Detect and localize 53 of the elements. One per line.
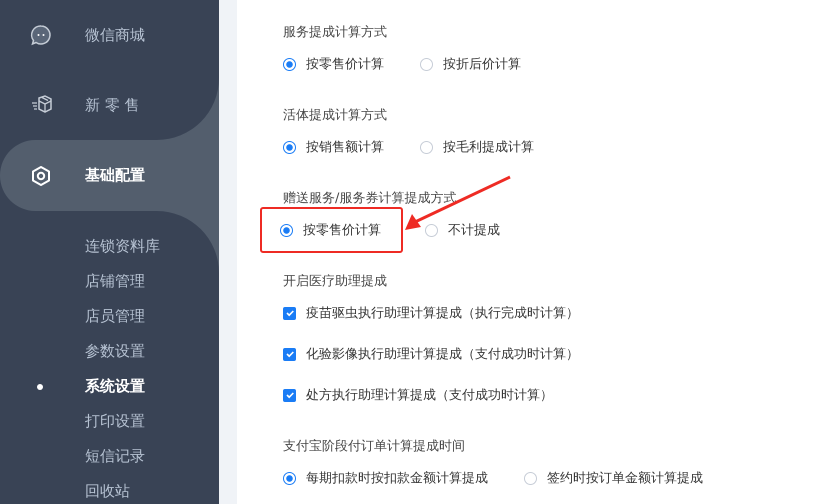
active-dot	[37, 384, 43, 390]
option-label: 处方执行助理计算提成（支付成功时计算）	[306, 387, 553, 404]
section-title: 开启医疗助理提成	[283, 273, 388, 291]
radio-option[interactable]: 按折后价计算	[420, 53, 521, 75]
sidebar-item[interactable]: 新 零 售	[0, 70, 219, 140]
radio-button[interactable]	[425, 224, 438, 236]
highlighted-radio-option[interactable]: 按零售价计算	[260, 207, 403, 253]
option-label: 化验影像执行助理计算提成（支付成功时计算）	[306, 346, 579, 363]
checkbox[interactable]	[283, 388, 296, 402]
check-icon	[284, 308, 294, 318]
section-title: 服务提成计算方式	[283, 24, 388, 42]
radio-button[interactable]	[420, 140, 433, 154]
radio-option[interactable]: 不计提成	[425, 219, 500, 241]
option-label: 按折后价计算	[443, 56, 521, 73]
check-icon	[284, 349, 294, 359]
section-title: 支付宝阶段付订单计算提成时间	[283, 438, 466, 456]
radio-option[interactable]: 按零售价计算	[283, 53, 384, 75]
submenu-item[interactable]: 店铺管理	[0, 264, 219, 299]
checkbox-option[interactable]: 疫苗驱虫执行助理计算提成（执行完成时计算）	[283, 302, 703, 324]
radio-button[interactable]	[283, 140, 296, 154]
submenu-item[interactable]: 回收站	[0, 474, 219, 504]
option-label: 按销售额计算	[306, 139, 384, 156]
section-title: 活体提成计算方式	[283, 107, 388, 125]
chat-bubble-icon	[30, 24, 52, 46]
radio-option[interactable]: 按销售额计算	[283, 136, 384, 158]
sidebar-item[interactable]: 基础配置	[0, 140, 219, 211]
check-icon	[284, 390, 294, 400]
checkbox[interactable]	[283, 348, 296, 360]
radio-button[interactable]	[283, 58, 296, 70]
radio-button[interactable]	[524, 472, 537, 484]
radio-button[interactable]	[420, 58, 433, 70]
submenu-item[interactable]: 连锁资料库	[0, 229, 219, 264]
submenu-item[interactable]: 打印设置	[0, 404, 219, 439]
radio-button[interactable]	[280, 224, 293, 236]
option-label: 按零售价计算	[303, 222, 381, 239]
option-label: 签约时按订单金额计算提成	[547, 470, 703, 487]
option-label: 不计提成	[448, 222, 500, 239]
checkbox[interactable]	[283, 306, 296, 320]
submenu-item[interactable]: 系统设置	[0, 369, 219, 404]
submenu-item[interactable]: 短信记录	[0, 439, 219, 474]
settings-icon	[30, 164, 52, 186]
option-label: 每期扣款时按扣款金额计算提成	[306, 470, 488, 487]
checkbox-option[interactable]: 处方执行助理计算提成（支付成功时计算）	[283, 384, 703, 406]
option-label: 按毛利提成计算	[443, 139, 534, 156]
radio-option[interactable]: 签约时按订单金额计算提成	[524, 467, 703, 489]
option-label: 按零售价计算	[306, 56, 384, 73]
radio-option[interactable]: 按毛利提成计算	[420, 136, 534, 158]
radio-option[interactable]: 每期扣款时按扣款金额计算提成	[283, 467, 488, 489]
submenu-item[interactable]: 店员管理	[0, 299, 219, 334]
radio-button[interactable]	[283, 472, 296, 484]
submenu-item[interactable]: 参数设置	[0, 334, 219, 369]
option-label: 疫苗驱虫执行助理计算提成（执行完成时计算）	[306, 305, 579, 322]
checkbox-option[interactable]: 化验影像执行助理计算提成（支付成功时计算）	[283, 343, 703, 365]
